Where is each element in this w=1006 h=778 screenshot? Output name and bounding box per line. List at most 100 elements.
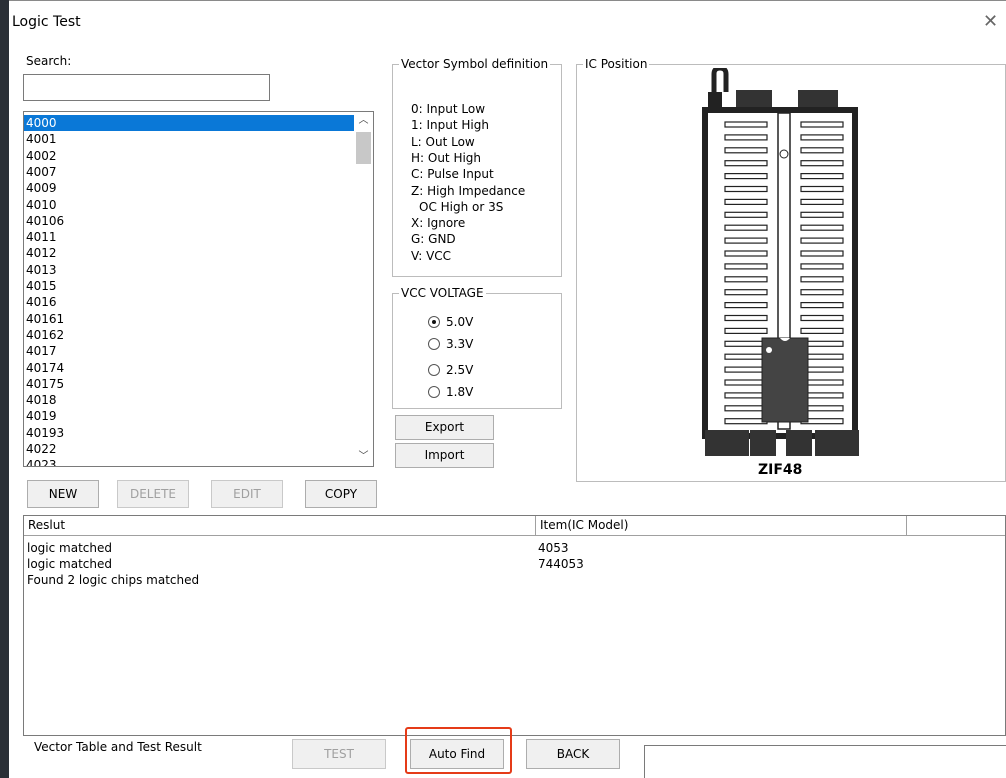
result-cell[interactable]: Found 2 logic chips matched [27, 572, 199, 588]
socket-pin-left [724, 314, 768, 322]
chip-list-scrollbar[interactable]: ︿ ﹀ [354, 112, 373, 466]
chip-list-item[interactable]: 4009 [24, 180, 354, 196]
socket-pin-left [724, 185, 768, 193]
socket-pin-left [724, 405, 768, 412]
socket-bottom-block [750, 430, 776, 456]
chip-list[interactable]: 4000 4001 4002 4007 4009 4010 40106 4011 4012 401… [23, 111, 374, 467]
results-table[interactable]: Reslut Item(IC Model) logic matched 4053 l… [23, 515, 1006, 736]
socket-pin-right [800, 121, 844, 128]
column-header-item[interactable]: Item(IC Model) [536, 516, 907, 536]
socket-pin-left [724, 327, 768, 334]
close-icon[interactable]: ✕ [983, 13, 998, 31]
socket-pin-left [724, 224, 768, 231]
vector-symbol-line: OC High or 3S [419, 199, 504, 214]
socket-bottom-block [815, 430, 859, 456]
vector-symbol-line: G: GND [411, 232, 456, 247]
copy-button[interactable]: COPY [305, 480, 377, 508]
result-cell[interactable]: logic matched [27, 540, 112, 556]
chip-list-item[interactable]: 4018 [24, 392, 354, 408]
socket-pin-right [800, 134, 844, 141]
column-header-blank[interactable] [907, 516, 1005, 536]
chip-list-item[interactable]: 4017 [24, 343, 354, 359]
socket-pin-left [724, 147, 768, 154]
vector-symbol-group: Vector Symbol definition 0: Input Low 1: … [392, 57, 562, 277]
vector-symbol-line: V: VCC [411, 248, 452, 263]
socket-pin-right [800, 160, 844, 167]
chip-list-item[interactable]: 40106 [24, 213, 354, 229]
socket-pin-left [724, 172, 768, 180]
vcc-voltage-group: VCC VOLTAGE 5.0V 3.3V 2.5V 1.8V [392, 286, 562, 409]
chip-list-item[interactable]: 4013 [24, 262, 354, 278]
chip-list-item[interactable]: 40162 [24, 327, 354, 343]
socket-pin-left [724, 237, 768, 244]
scroll-up-icon[interactable]: ︿ [354, 112, 373, 130]
chip-list-item[interactable]: 4000 [24, 115, 354, 131]
edit-button[interactable]: EDIT [211, 480, 283, 508]
new-button[interactable]: NEW [27, 480, 99, 508]
vcc-option-label: 5.0V [446, 315, 474, 329]
auto-find-button[interactable]: Auto Find [410, 739, 504, 769]
vector-symbol-line: L: Out Low [411, 134, 475, 149]
item-cell[interactable]: 4053 [538, 540, 569, 556]
vcc-option-1-8v[interactable]: 1.8V [428, 384, 473, 400]
chip-list-item[interactable]: 4022 [24, 441, 354, 457]
vector-symbol-line: 1: Input High [411, 118, 489, 133]
socket-pin-right [800, 198, 844, 205]
column-header-result[interactable]: Reslut [24, 516, 536, 536]
chip-list-item[interactable]: 4010 [24, 197, 354, 213]
chip-list-item[interactable]: 4012 [24, 245, 354, 261]
radio-button-icon[interactable] [428, 316, 440, 328]
socket-bottom-block [705, 430, 749, 456]
socket-pin-right [800, 327, 844, 334]
window-top-border [9, 0, 1006, 1]
chip-list-item[interactable]: 4001 [24, 131, 354, 147]
radio-button-icon[interactable] [428, 364, 440, 376]
vcc-option-2-5v[interactable]: 2.5V [428, 362, 473, 378]
socket-pin-right [800, 172, 844, 180]
item-cell[interactable]: 744053 [538, 556, 584, 572]
radio-button-icon[interactable] [428, 338, 440, 350]
socket-pin-left [724, 160, 768, 167]
socket-pin-right [800, 211, 844, 218]
socket-pin-left [724, 340, 768, 347]
chip-list-item[interactable]: 4023 [24, 457, 354, 466]
socket-pin-left [724, 366, 768, 373]
vector-table-label: Vector Table and Test Result [34, 740, 202, 754]
chip-list-item[interactable]: 4019 [24, 408, 354, 424]
vector-symbol-line: X: Ignore [411, 216, 466, 231]
scroll-thumb[interactable] [356, 132, 371, 164]
chip-list-item[interactable]: 4016 [24, 294, 354, 310]
socket-bottom-block [786, 430, 812, 456]
search-input[interactable] [23, 74, 270, 101]
test-button[interactable]: TEST [292, 739, 386, 769]
zif-socket-diagram [702, 68, 859, 456]
scroll-down-icon[interactable]: ﹀ [354, 448, 373, 466]
chip-list-item[interactable]: 4007 [24, 164, 354, 180]
socket-pin-left [724, 302, 768, 309]
socket-pin-right [800, 314, 844, 322]
import-button[interactable]: Import [395, 443, 494, 468]
ic-position-title: IC Position [583, 57, 650, 71]
vcc-option-5-0v[interactable]: 5.0V [428, 314, 473, 330]
zif-socket-label: ZIF48 [758, 462, 803, 478]
vcc-option-3-3v[interactable]: 3.3V [428, 336, 473, 352]
chip-list-item[interactable]: 40175 [24, 376, 354, 392]
chip-list-item[interactable]: 40161 [24, 311, 354, 327]
vcc-option-label: 3.3V [446, 337, 474, 351]
export-button[interactable]: Export [395, 415, 494, 440]
status-bar [644, 745, 1006, 778]
chip-list-item[interactable]: 4015 [24, 278, 354, 294]
socket-pin-left [724, 392, 768, 399]
socket-pin-right [800, 250, 844, 257]
chip-list-item[interactable]: 4011 [24, 229, 354, 245]
chip-list-item[interactable]: 40174 [24, 360, 354, 376]
vector-symbol-line: 0: Input Low [411, 102, 486, 116]
socket-pin-right [800, 224, 844, 231]
delete-button[interactable]: DELETE [117, 480, 189, 508]
chip-list-item[interactable]: 40193 [24, 425, 354, 441]
chip-list-item[interactable]: 4002 [24, 148, 354, 164]
radio-button-icon[interactable] [428, 386, 440, 398]
socket-pin-left [724, 289, 768, 296]
back-button[interactable]: BACK [526, 739, 620, 769]
result-cell[interactable]: logic matched [27, 556, 112, 572]
